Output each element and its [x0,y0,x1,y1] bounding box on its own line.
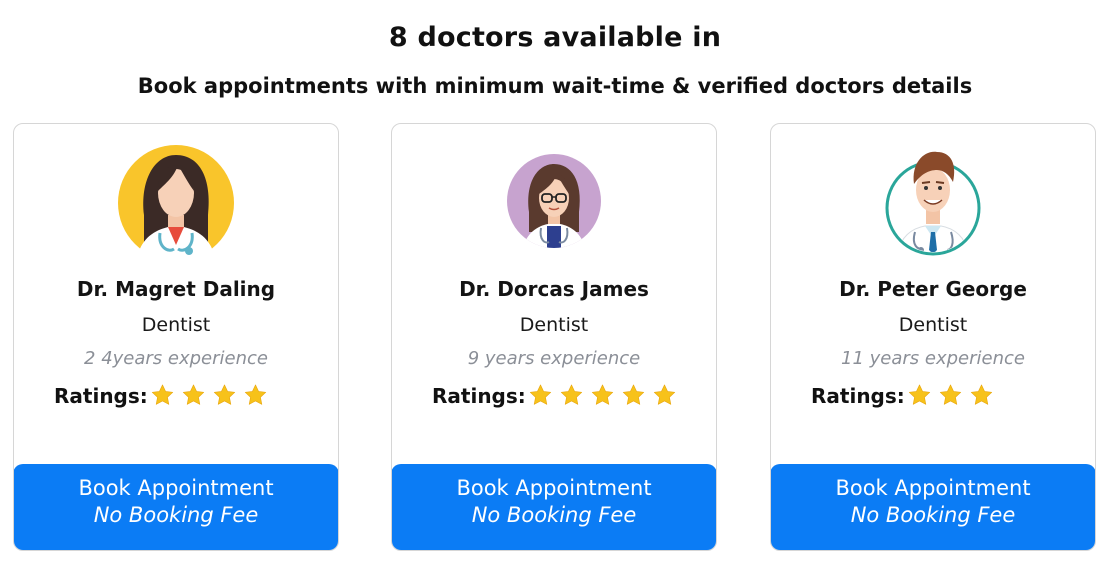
no-booking-fee-label: No Booking Fee [93,503,259,527]
star-icon [243,383,268,408]
doctor-name: Dr. Peter George [839,277,1027,301]
star-icon [150,383,175,408]
doctor-experience: 2 4years experience [84,348,268,369]
star-icon [559,383,584,408]
female-doctor-avatar-icon [114,141,238,265]
star-icon [907,383,932,408]
doctor-experience: 11 years experience [841,348,1025,369]
no-booking-fee-label: No Booking Fee [850,503,1016,527]
star-icon [621,383,646,408]
book-appointment-label: Book Appointment [835,476,1031,500]
no-booking-fee-label: No Booking Fee [471,503,637,527]
doctor-name: Dr. Magret Daling [76,277,276,301]
male-doctor-avatar-icon [881,146,985,258]
star-rating [150,383,274,408]
doctor-specialty: Dentist [898,314,968,336]
ratings-label: Ratings: [432,383,526,408]
star-icon [590,383,615,408]
doctor-card: Dr. Dorcas James Dentist 9 years experie… [391,123,717,551]
ratings-row: Ratings: [811,383,1000,408]
star-icon [528,383,553,408]
doctor-name: Dr. Dorcas James [459,277,649,301]
book-appointment-label: Book Appointment [78,476,274,500]
star-icon [652,383,677,408]
star-rating [528,383,683,408]
page-title: 8 doctors available in [388,22,722,53]
book-appointment-label: Book Appointment [456,476,652,500]
book-appointment-button[interactable]: Book Appointment No Booking Fee [771,464,1095,550]
star-rating [907,383,1000,408]
ratings-label: Ratings: [54,383,148,408]
doctor-card: Dr. Peter George Dentist 11 years experi… [770,123,1096,551]
page-subtitle: Book appointments with minimum wait-time… [137,74,973,98]
ratings-row: Ratings: [432,383,683,408]
book-appointment-button[interactable]: Book Appointment No Booking Fee [392,464,716,550]
ratings-row: Ratings: [54,383,274,408]
star-icon [212,383,237,408]
doctor-specialty: Dentist [519,314,589,336]
ratings-label: Ratings: [811,383,905,408]
doctor-experience: 9 years experience [467,348,641,369]
star-icon [969,383,994,408]
female-doctor-glasses-avatar-icon [505,152,603,250]
star-icon [938,383,963,408]
book-appointment-button[interactable]: Book Appointment No Booking Fee [14,464,338,550]
star-icon [181,383,206,408]
doctor-card: Dr. Magret Daling Dentist 2 4years exper… [13,123,339,551]
doctor-specialty: Dentist [141,314,211,336]
